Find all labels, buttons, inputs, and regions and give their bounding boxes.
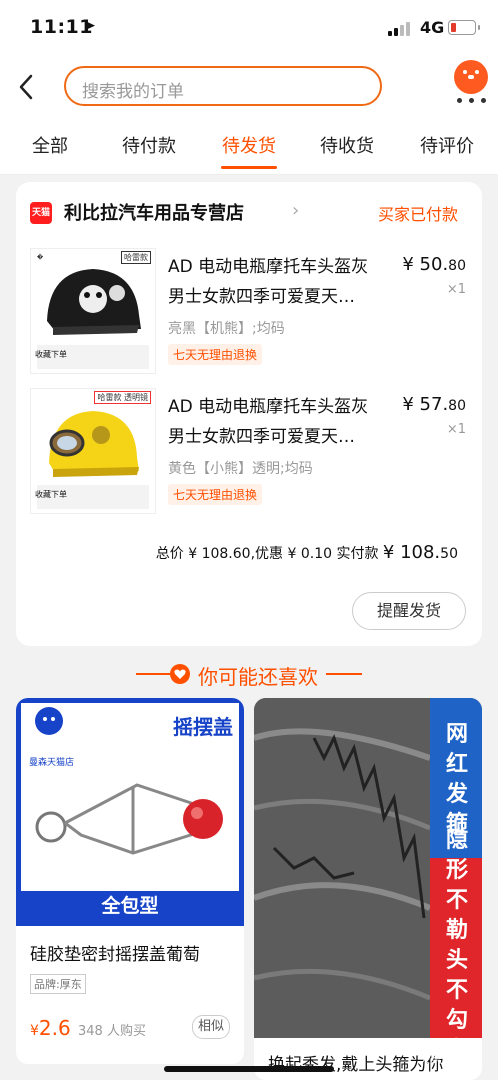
sold-count: 348 人购买 bbox=[78, 1024, 146, 1039]
brand-tag: 品牌:厚东 bbox=[30, 974, 86, 994]
order-item[interactable]: 哈雷款 透明镜 收藏下单 AD 电动电瓶摩托车头盔灰男士女款四季可爱夏天… ¥ … bbox=[30, 388, 470, 514]
product-thumbnail[interactable]: � 哈雷款 收藏下单 bbox=[30, 248, 156, 374]
product-price: ¥ 57.80 bbox=[402, 394, 466, 415]
image-band: 全包型 bbox=[21, 891, 239, 921]
divider bbox=[136, 673, 172, 675]
remind-shipment-button[interactable]: 提醒发货 bbox=[352, 592, 466, 630]
product-quantity: ×1 bbox=[446, 422, 466, 437]
back-arrow-icon bbox=[19, 74, 33, 100]
signal-icon bbox=[388, 20, 412, 36]
battery-icon bbox=[448, 20, 480, 35]
heart-icon bbox=[170, 664, 190, 684]
thumb-label: 哈雷款 透明镜 bbox=[94, 391, 151, 404]
order-status: 买家已付款 bbox=[378, 205, 459, 224]
tab-pending-review[interactable]: 待评价 bbox=[420, 132, 474, 158]
chevron-right-icon[interactable]: › bbox=[292, 200, 299, 221]
divider bbox=[326, 673, 362, 675]
location-arrow-icon: ➤ bbox=[84, 18, 96, 34]
tmall-badge-icon: 天猫 bbox=[30, 202, 52, 224]
image-text-top: 网红发箍 bbox=[445, 722, 468, 837]
store-logo-text: 曼森天猫店 bbox=[29, 758, 75, 768]
recommend-title: 你可能还喜欢 bbox=[198, 665, 318, 689]
more-dots-icon[interactable] bbox=[457, 98, 487, 104]
thumb-label: 哈雷款 bbox=[121, 251, 151, 264]
product-card[interactable]: 曼森天猫店 摇摆盖 全包型 硅胶垫密封摇摆盖葡萄 品牌:厚东 ¥2.6 348 … bbox=[16, 698, 244, 1064]
top-bar: 搜索我的订单 bbox=[0, 54, 498, 122]
order-total: 总价 ¥ 108.60,优惠 ¥ 0.10 实付款 ¥ 108.50 bbox=[155, 542, 458, 563]
order-card[interactable]: 天猫 利比拉汽车用品专营店 › 买家已付款 � 哈雷款 收藏下单 AD 电动电瓶… bbox=[16, 182, 482, 646]
status-bar: 11:11 ➤ 4G bbox=[0, 0, 498, 54]
watermark: 头条@小溪 bbox=[418, 1052, 479, 1066]
product-image[interactable]: 曼森天猫店 摇摆盖 全包型 bbox=[16, 698, 244, 926]
active-tab-indicator bbox=[221, 166, 277, 169]
search-placeholder: 搜索我的订单 bbox=[82, 82, 184, 102]
chat-face-icon bbox=[463, 70, 479, 80]
similar-button[interactable]: 相似 bbox=[192, 1015, 230, 1039]
tab-all[interactable]: 全部 bbox=[32, 132, 68, 158]
tab-pending-receipt[interactable]: 待收货 bbox=[320, 132, 374, 158]
image-text-bottom: 隐形不勒头不勾发 bbox=[445, 828, 468, 1033]
product-spec: 黄色【小熊】透明;均码 bbox=[168, 461, 313, 477]
search-input[interactable]: 搜索我的订单 bbox=[64, 66, 382, 106]
product-quantity: ×1 bbox=[446, 282, 466, 297]
home-indicator[interactable] bbox=[164, 1066, 334, 1072]
recommend-header: 你可能还喜欢 bbox=[0, 660, 498, 689]
product-card[interactable]: 网红发箍 隐形不勒头不勾发 换起秀发,戴上头箍为你 bbox=[254, 698, 482, 1080]
thumb-caption: 收藏下单 bbox=[35, 350, 67, 359]
back-button[interactable] bbox=[14, 72, 40, 102]
tab-pending-shipment[interactable]: 待发货 bbox=[221, 132, 277, 169]
product-title[interactable]: AD 电动电瓶摩托车头盔灰男士女款四季可爱夏天… bbox=[168, 392, 378, 452]
product-price: ¥ 50.80 bbox=[402, 254, 466, 275]
product-title[interactable]: AD 电动电瓶摩托车头盔灰男士女款四季可爱夏天… bbox=[168, 252, 378, 312]
order-tabs: 全部 待付款 待发货 待收货 待评价 bbox=[0, 122, 498, 175]
shop-name[interactable]: 利比拉汽车用品专营店 bbox=[64, 199, 244, 225]
product-price: ¥2.6 bbox=[30, 1016, 71, 1040]
message-button[interactable] bbox=[454, 60, 488, 94]
return-policy-tag: 七天无理由退换 bbox=[168, 344, 263, 365]
product-name[interactable]: 硅胶垫密封摇摆盖葡萄 bbox=[30, 940, 200, 965]
order-item[interactable]: � 哈雷款 收藏下单 AD 电动电瓶摩托车头盔灰男士女款四季可爱夏天… ¥ 50… bbox=[30, 248, 470, 374]
network-label: 4G bbox=[420, 18, 445, 37]
tab-pending-payment[interactable]: 待付款 bbox=[122, 132, 176, 158]
thumb-caption: 收藏下单 bbox=[35, 490, 67, 499]
product-thumbnail[interactable]: 哈雷款 透明镜 收藏下单 bbox=[30, 388, 156, 514]
image-tag: 摇摆盖 bbox=[173, 715, 233, 739]
return-policy-tag: 七天无理由退换 bbox=[168, 484, 263, 505]
svg-text:�: � bbox=[37, 253, 44, 261]
product-spec: 亮黑【机熊】;均码 bbox=[168, 321, 285, 337]
product-image[interactable]: 网红发箍 隐形不勒头不勾发 bbox=[254, 698, 482, 1038]
